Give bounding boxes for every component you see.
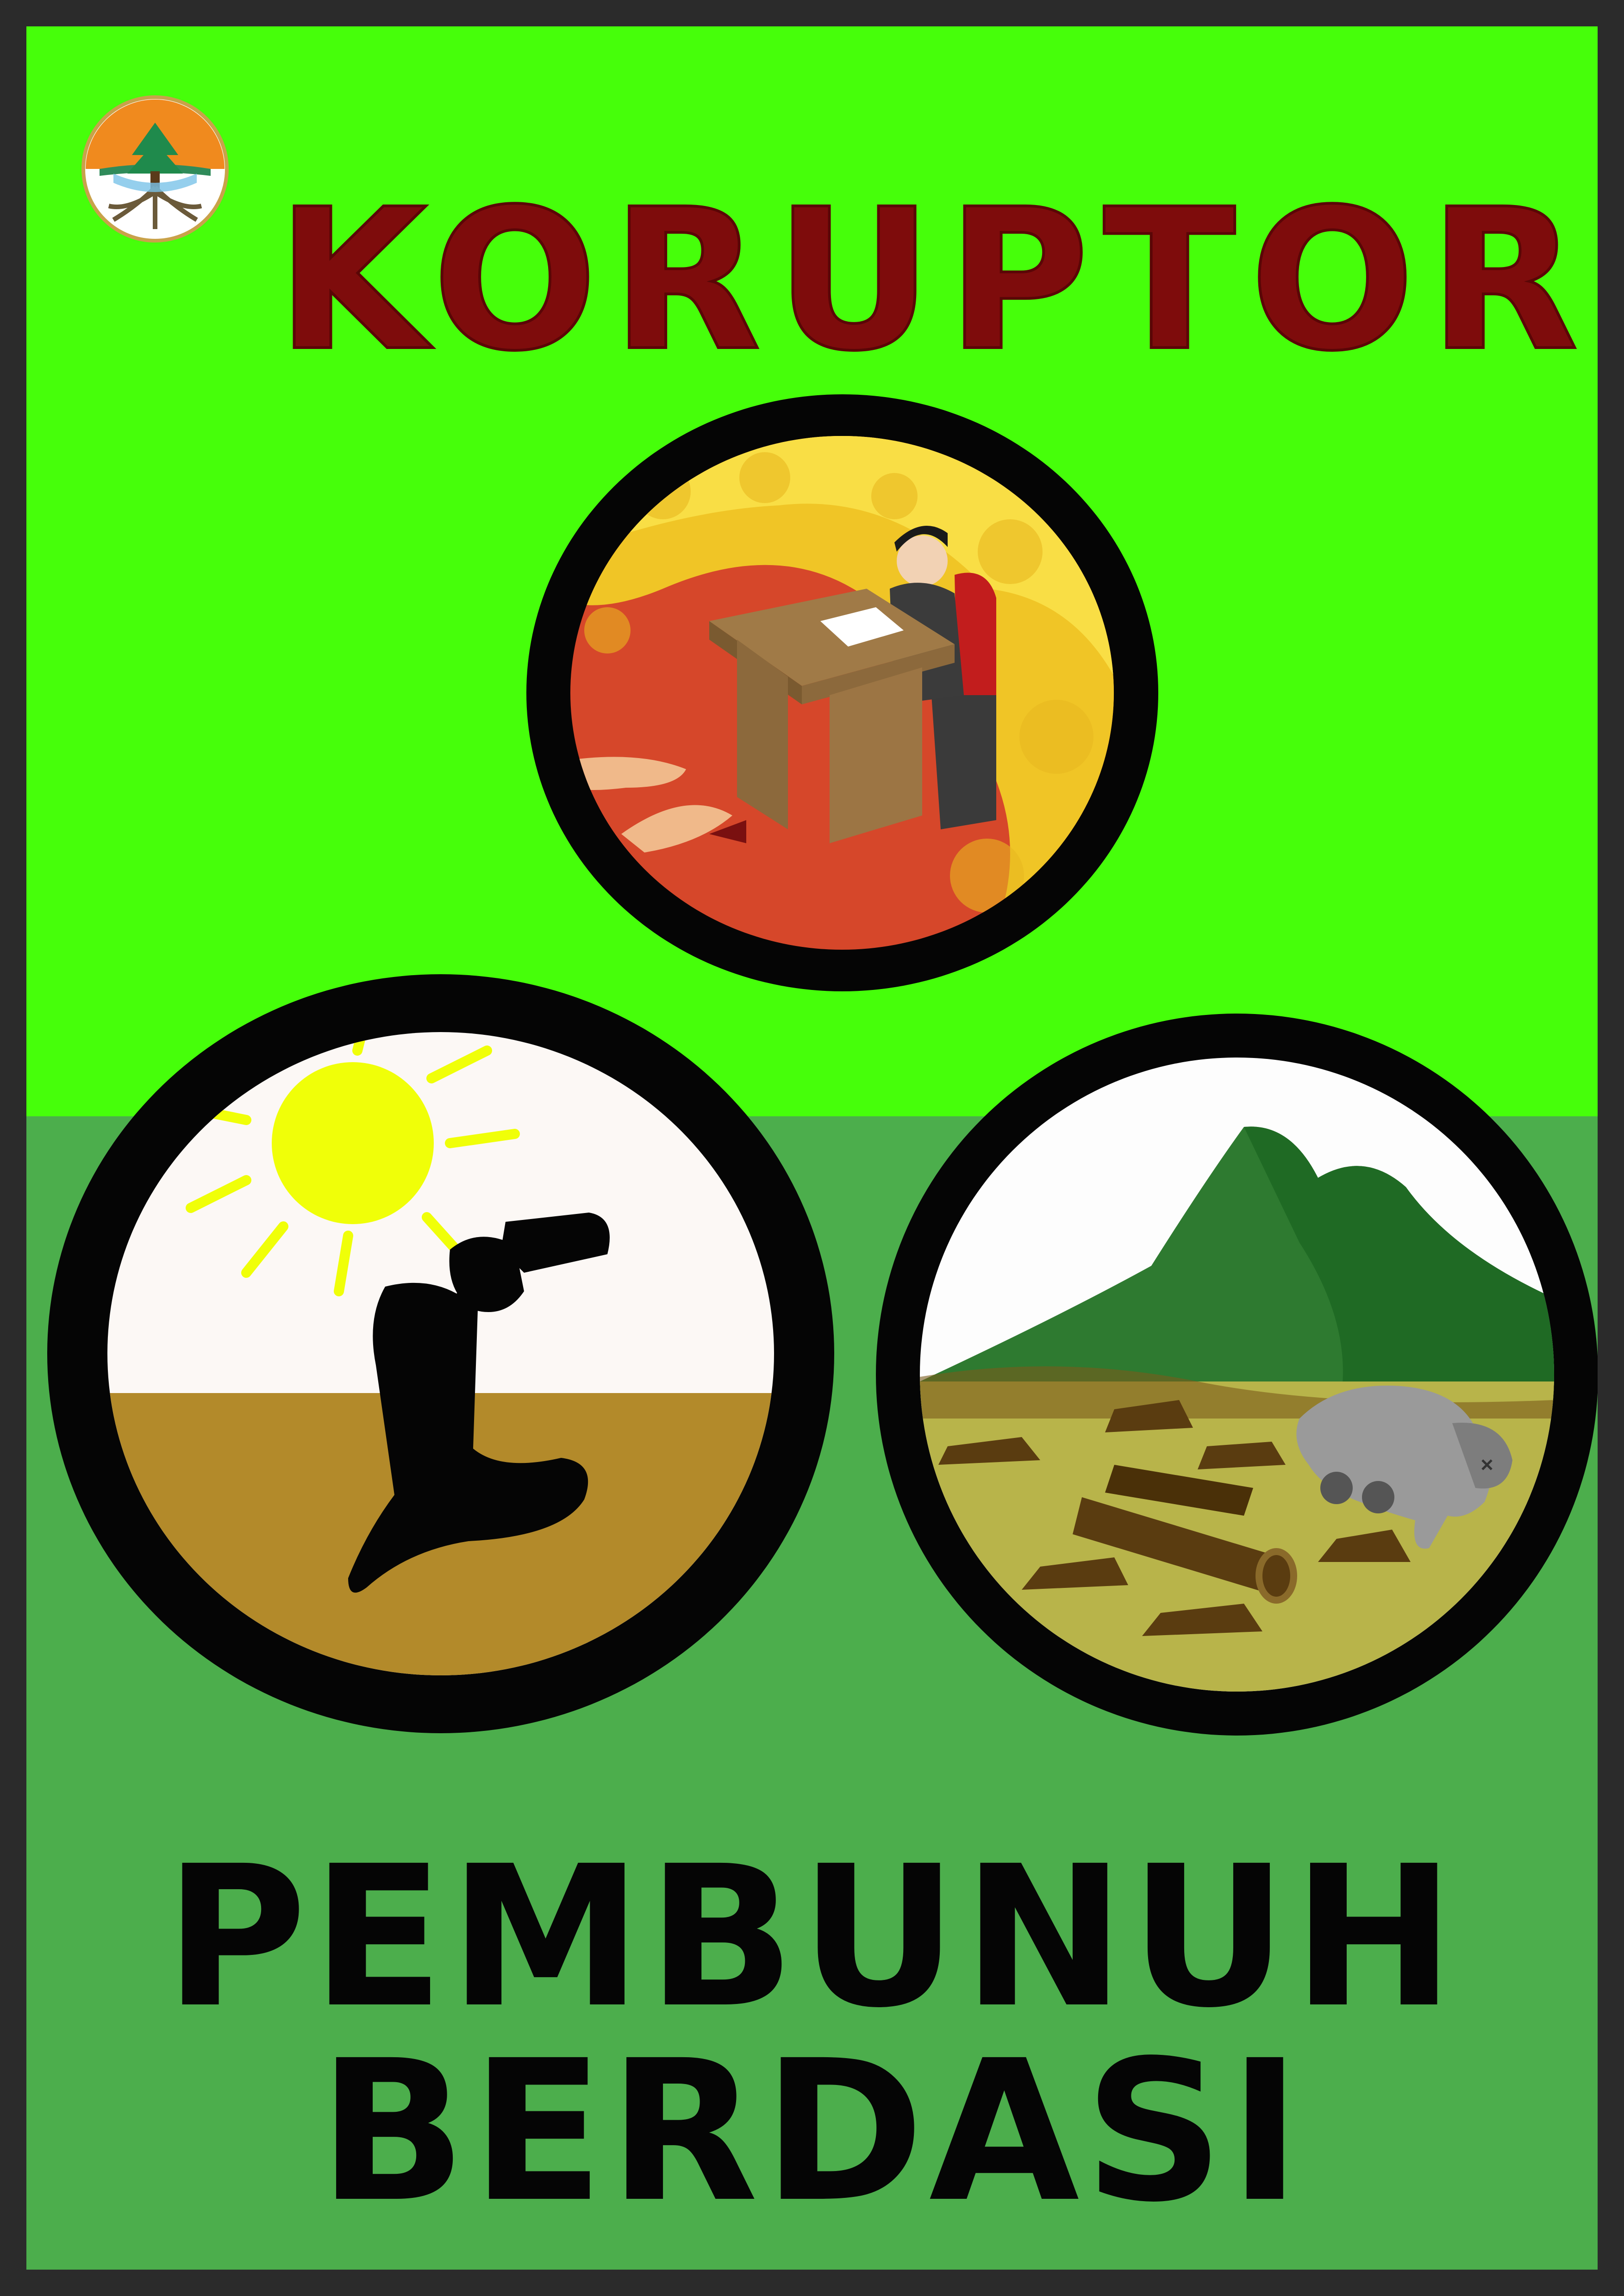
ministry-emblem-icon <box>81 95 229 243</box>
slogan-line-1: PEMBUNUH <box>164 1824 1460 2051</box>
slogan-line-2: BERDASI <box>318 2019 1306 2245</box>
drought-thirst-icon <box>107 1032 774 1675</box>
corrupt-official-icon <box>570 436 1114 950</box>
deforestation-illustration <box>876 1014 1598 1736</box>
corrupt-official-illustration <box>526 394 1158 991</box>
poster-title: KORUPTOR <box>275 168 1593 394</box>
drought-thirst-illustration <box>47 974 834 1733</box>
deforestation-icon <box>920 1058 1554 1692</box>
poster: KORUPTOR PEMBUNUH BERDASI <box>26 26 1598 2270</box>
